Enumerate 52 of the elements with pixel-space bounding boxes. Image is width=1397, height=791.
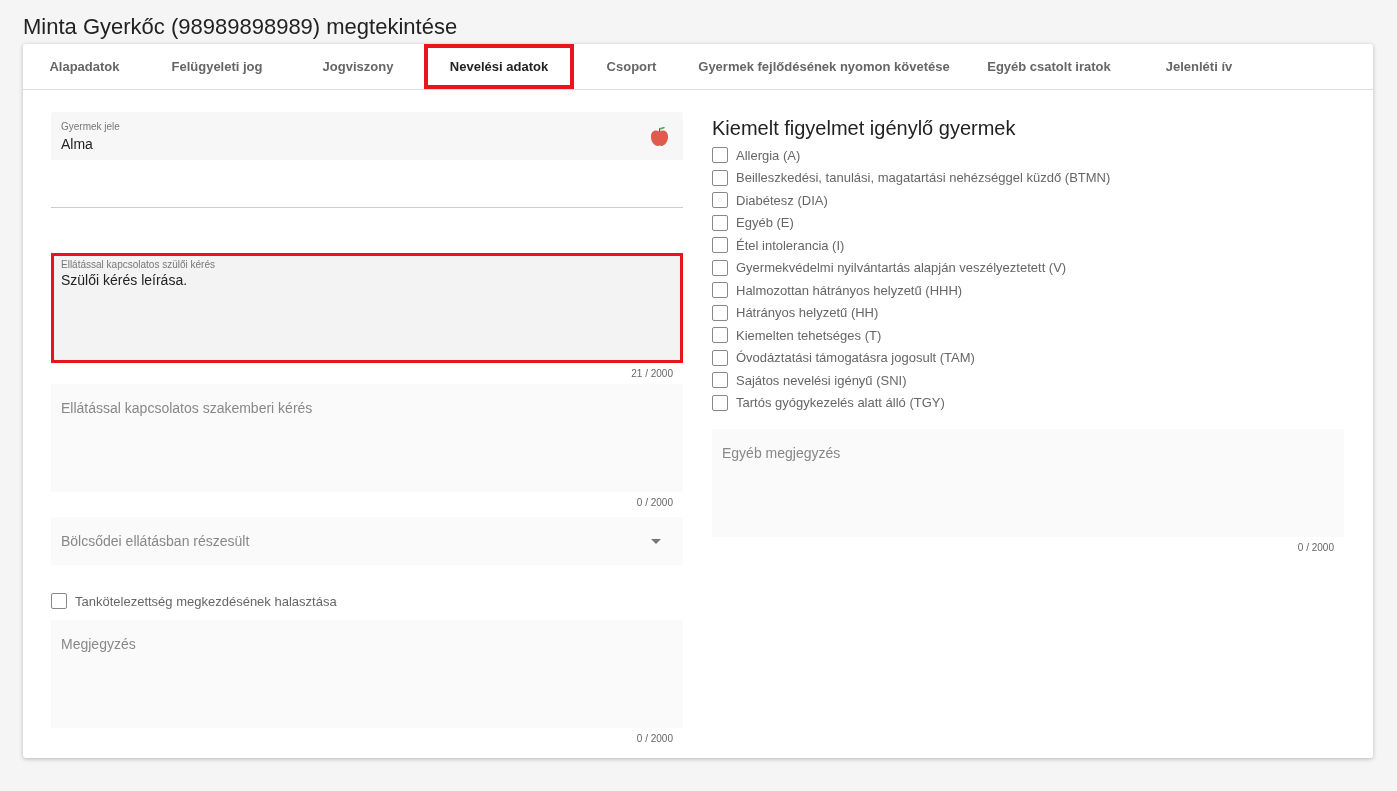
checkbox[interactable]: [712, 192, 728, 209]
char-counter: 0 / 2000: [636, 732, 674, 746]
checkbox-label: Diabétesz (DIA): [736, 192, 828, 208]
char-counter: 0 / 2000: [636, 496, 674, 510]
checkbox-label: Hátrányos helyzetű (HH): [736, 305, 879, 321]
checkbox[interactable]: [712, 394, 728, 411]
checkbox[interactable]: [712, 169, 728, 186]
checkbox[interactable]: [712, 214, 728, 231]
char-counter: 21 / 2000: [631, 367, 674, 381]
checkbox[interactable]: [712, 147, 728, 164]
checkbox[interactable]: [712, 327, 728, 344]
text-area[interactable]: Megjegyzés: [51, 620, 683, 728]
checkbox-label: Egyéb (E): [736, 215, 794, 231]
tab[interactable]: Csoport: [584, 44, 679, 89]
checkbox-label: Sajátos nevelési igényű (SNI): [736, 372, 907, 388]
tab[interactable]: Alapadatok: [27, 44, 142, 89]
tab[interactable]: Jogviszony: [292, 44, 424, 89]
checkbox-label: Gyermekvédelmi nyilvántartás alapján veszélyeztetett (V): [736, 260, 1067, 276]
field-label: Gyermek jele: [61, 120, 120, 132]
checkbox-label: Tartós gyógykezelés alatt álló (TGY): [736, 395, 945, 411]
char-counter: 0 / 2000: [1297, 541, 1335, 555]
checkbox-label: Beilleszkedési, tanulási, magatartási nehézséggel küzdő (BTMN): [736, 170, 1111, 186]
tab[interactable]: Gyermek fejlődésének nyomon követése: [679, 44, 969, 89]
checkbox-label: Étel intolerancia (I): [736, 237, 845, 253]
checkbox[interactable]: [712, 349, 728, 366]
checkbox[interactable]: [712, 372, 728, 389]
field-label: Ellátással kapcsolatos szülői kérés: [61, 259, 216, 270]
checkbox-label: Óvodáztatási támogatásra jogosult (TAM): [736, 350, 975, 366]
tab[interactable]: Felügyeleti jog: [142, 44, 292, 89]
section-heading: Kiemelt figyelmet igénylő gyermek: [712, 117, 1017, 140]
tab[interactable]: Nevelési adatok: [424, 44, 574, 89]
page-title: Minta Gyerkőc (98989898989) megtekintése: [23, 13, 459, 41]
select-field[interactable]: Bölcsődei ellátásban részesült: [51, 517, 683, 565]
checkbox-label: Kiemelten tehetséges (T): [736, 327, 882, 343]
checkbox-label: Halmozottan hátrányos helyzetű (HHH): [736, 282, 963, 298]
checkbox[interactable]: [712, 259, 728, 276]
tab[interactable]: Jelenléti ív: [1129, 44, 1269, 89]
caret-icon: [651, 539, 661, 544]
request-field[interactable]: Ellátással kapcsolatos szülői kérés Szülői kérés leírása.: [51, 253, 683, 363]
checkbox-label: Tankötelezettség megkezdésének halasztása: [75, 593, 337, 609]
text-area[interactable]: Ellátással kapcsolatos szakemberi kérés: [51, 384, 683, 492]
text-input[interactable]: Szülői kérés leírása.: [61, 272, 670, 360]
checkbox[interactable]: [712, 282, 728, 299]
checkbox[interactable]: [51, 593, 67, 609]
checkbox[interactable]: [712, 237, 728, 254]
tab[interactable]: Egyéb csatolt iratok: [969, 44, 1129, 89]
checkbox-label: Allergia (A): [736, 147, 801, 163]
text-area[interactable]: Egyéb megjegyzés: [712, 429, 1344, 537]
sign-field[interactable]: Gyermek jele Alma: [51, 112, 683, 160]
checkbox[interactable]: [712, 304, 728, 321]
field-value: Alma: [61, 135, 94, 152]
apple-icon: [650, 125, 669, 147]
